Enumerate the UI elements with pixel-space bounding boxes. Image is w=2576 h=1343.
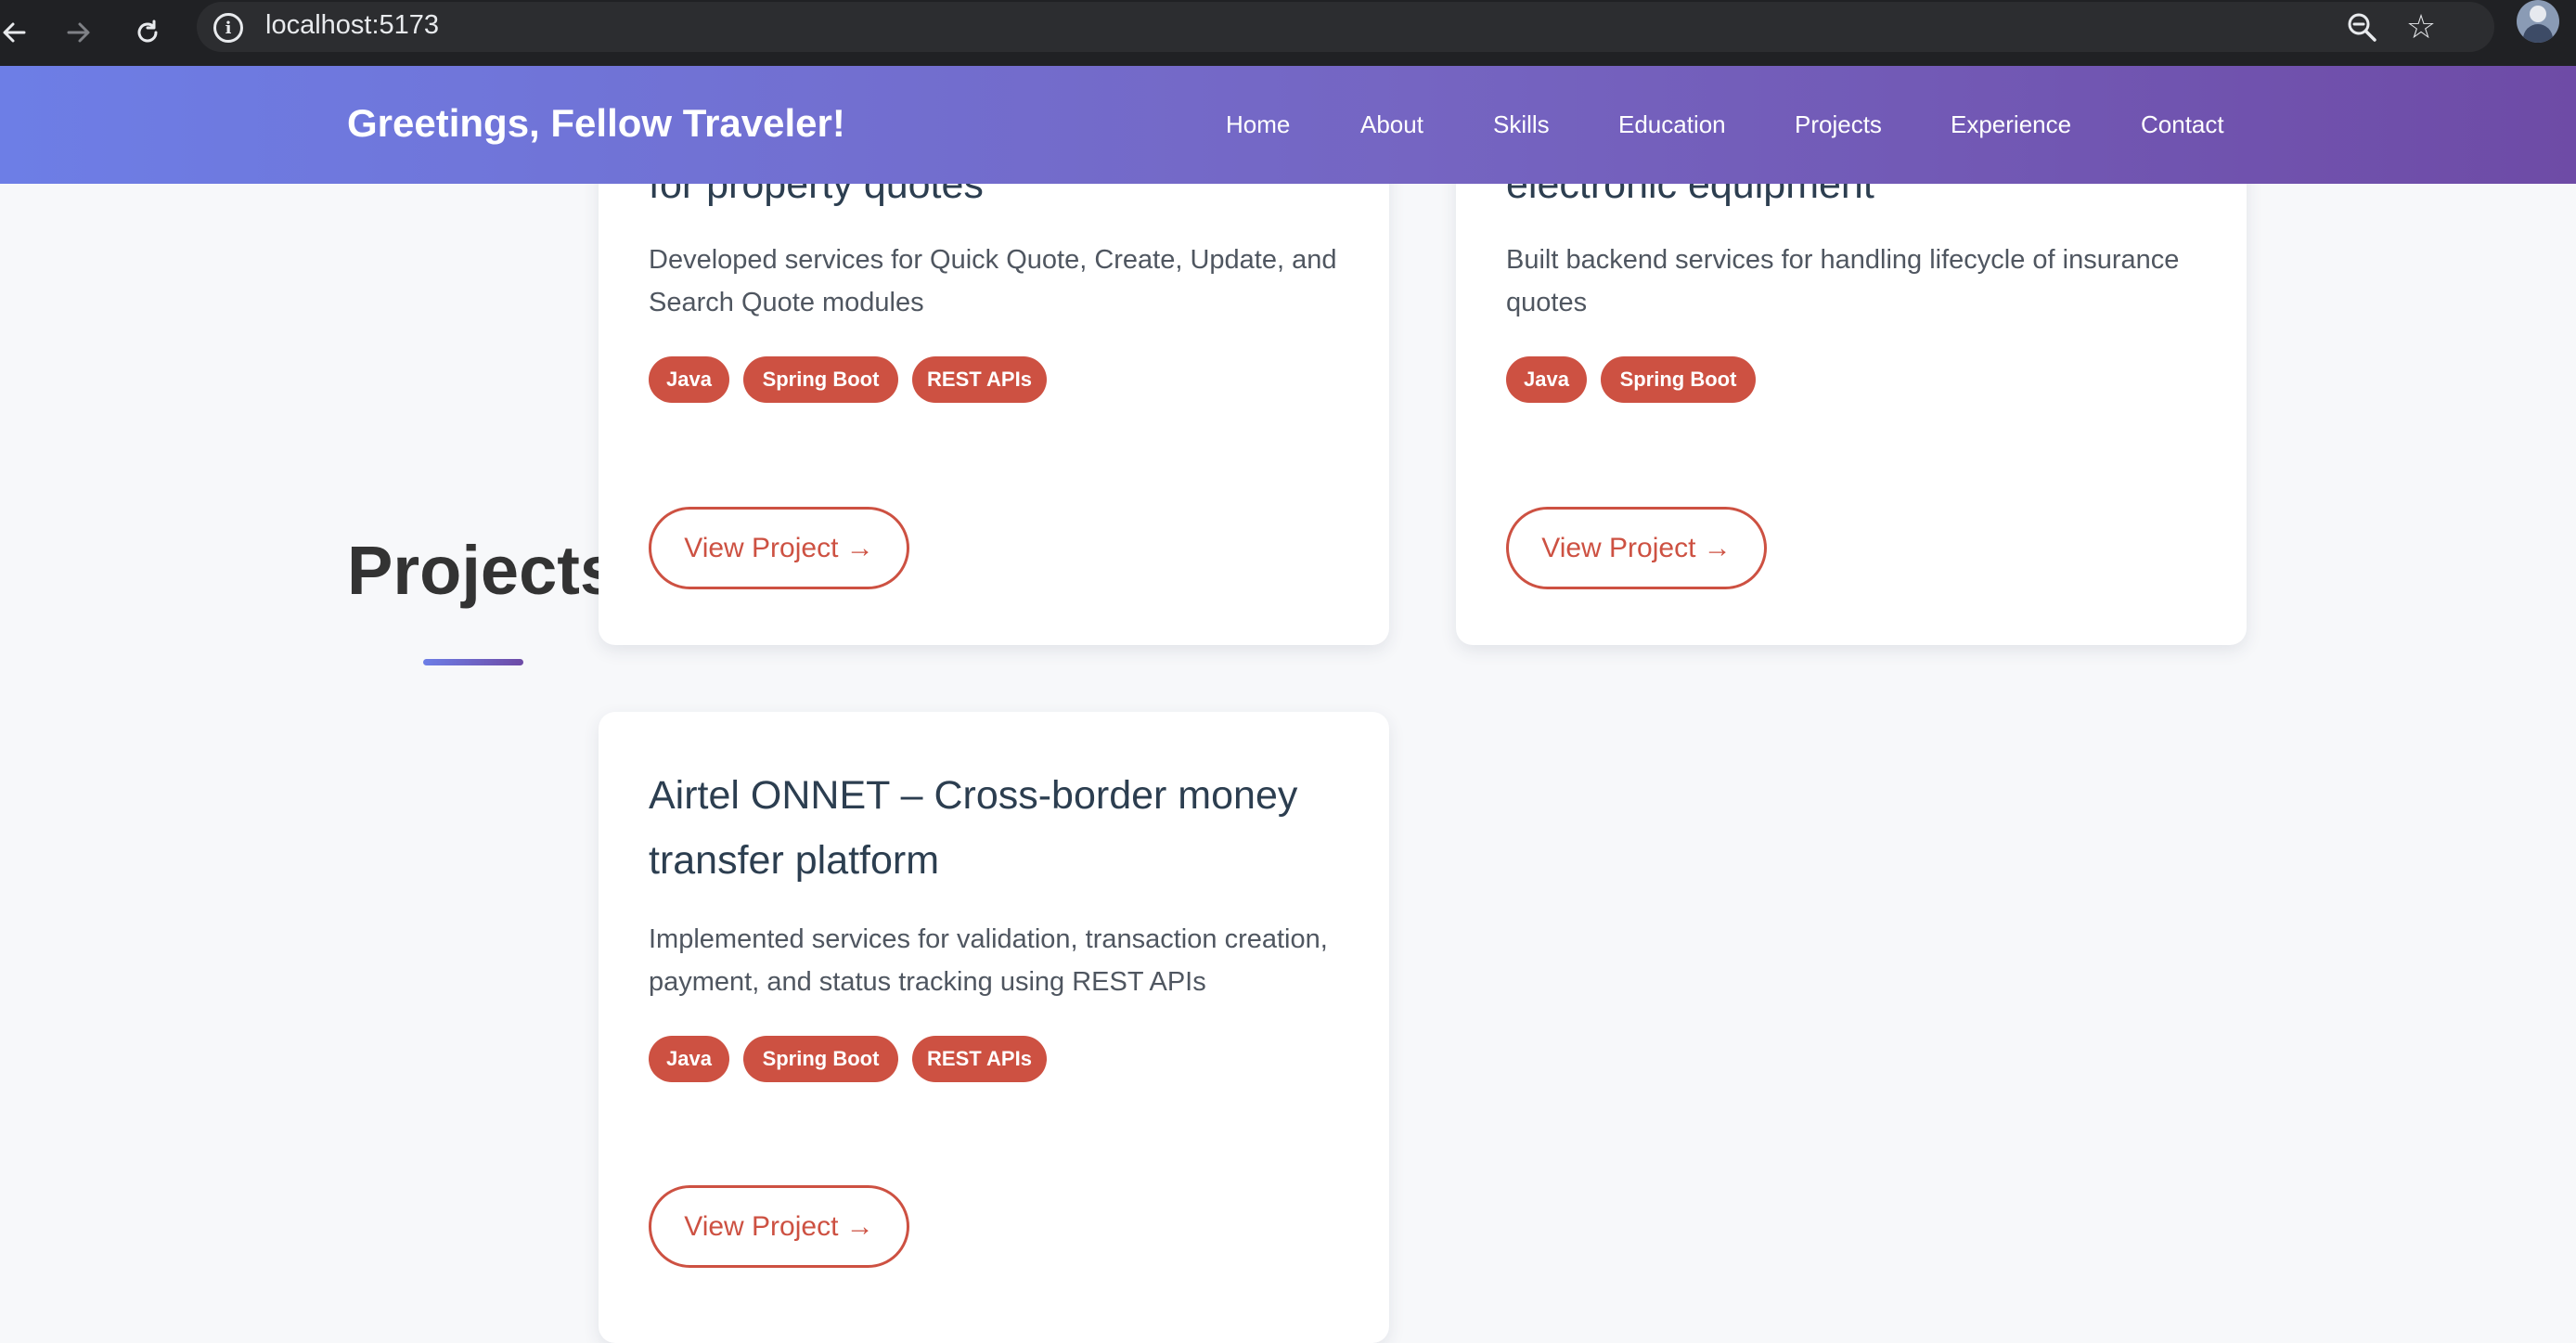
- project-description: Implemented services for validation, tra…: [649, 924, 1328, 997]
- view-project-button[interactable]: View Project →: [1506, 507, 1767, 589]
- project-card: Airtel ONNET – Cross-border money transf…: [599, 712, 1389, 1343]
- nav-skills[interactable]: Skills: [1493, 110, 1550, 139]
- zoom-icon[interactable]: [2340, 6, 2383, 48]
- project-card: electronic equipment Built backend servi…: [1456, 111, 2247, 645]
- nav-contact[interactable]: Contact: [2141, 110, 2224, 139]
- project-description: Developed services for Quick Quote, Crea…: [649, 245, 1337, 317]
- project-title: Airtel ONNET – Cross-border money transf…: [649, 773, 1298, 883]
- nav-home[interactable]: Home: [1226, 110, 1290, 139]
- nav-about[interactable]: About: [1360, 110, 1423, 139]
- tag: Java: [1506, 356, 1587, 403]
- url-text[interactable]: localhost:5173: [265, 10, 439, 41]
- project-card: for property quotes Developed services f…: [599, 111, 1389, 645]
- site-header: Greetings, Fellow Traveler! Home About S…: [0, 66, 2576, 184]
- view-project-button[interactable]: View Project →: [649, 1185, 909, 1268]
- nav-projects[interactable]: Projects: [1795, 110, 1882, 139]
- project-description: Built backend services for handling life…: [1506, 245, 2180, 317]
- main-nav: Home About Skills Education Projects Exp…: [0, 110, 2576, 148]
- tag: Spring Boot: [1601, 356, 1756, 403]
- tag: Spring Boot: [743, 1036, 898, 1082]
- address-bar[interactable]: i localhost:5173 ☆: [197, 2, 2494, 52]
- profile-avatar[interactable]: [2517, 0, 2559, 43]
- view-project-button[interactable]: View Project →: [649, 507, 909, 589]
- tag: Java: [649, 1036, 729, 1082]
- nav-experience[interactable]: Experience: [1951, 110, 2071, 139]
- reload-icon[interactable]: [121, 6, 174, 59]
- nav-education[interactable]: Education: [1618, 110, 1726, 139]
- browser-toolbar: i localhost:5173 ☆: [0, 0, 2576, 66]
- bookmark-star-icon[interactable]: ☆: [2400, 6, 2442, 48]
- tag: REST APIs: [912, 1036, 1047, 1082]
- back-icon[interactable]: [0, 6, 41, 59]
- tag: Java: [649, 356, 729, 403]
- tag: REST APIs: [912, 356, 1047, 403]
- site-info-icon[interactable]: i: [213, 13, 243, 43]
- title-underline: [423, 659, 523, 665]
- tag: Spring Boot: [743, 356, 898, 403]
- forward-icon[interactable]: [52, 6, 106, 59]
- section-title-projects: Projects: [347, 532, 619, 609]
